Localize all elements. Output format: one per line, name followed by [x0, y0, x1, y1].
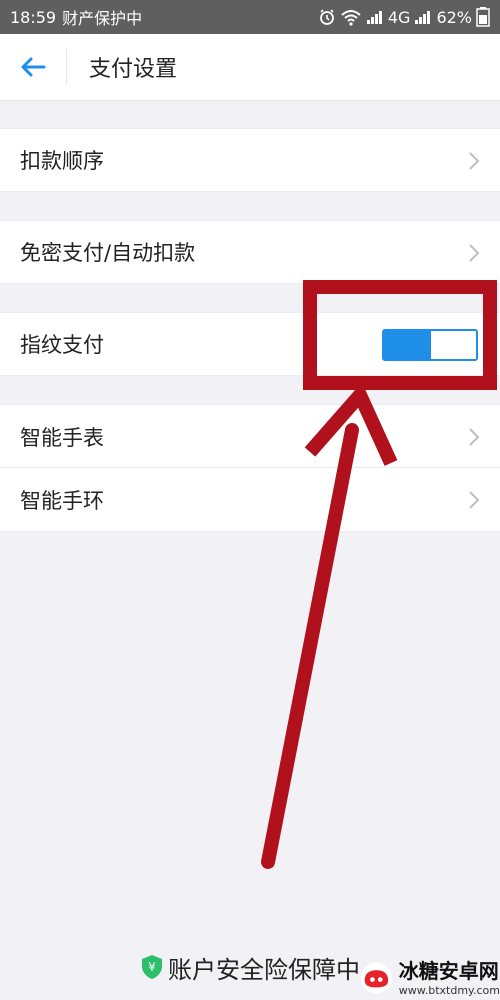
- watermark-text: 冰糖安卓网 www.btxtdmy.com: [399, 961, 500, 996]
- shield-icon: ¥: [142, 955, 162, 979]
- watermark-logo: [360, 962, 392, 994]
- watermark: 冰糖安卓网 www.btxtdmy.com: [360, 956, 500, 1000]
- svg-text:¥: ¥: [148, 960, 156, 974]
- security-text: 账户安全险保障中: [168, 955, 360, 984]
- annotation-arrow: [261, 382, 398, 869]
- watermark-url: www.btxtdmy.com: [398, 983, 500, 997]
- watermark-title: 冰糖安卓网: [398, 958, 499, 983]
